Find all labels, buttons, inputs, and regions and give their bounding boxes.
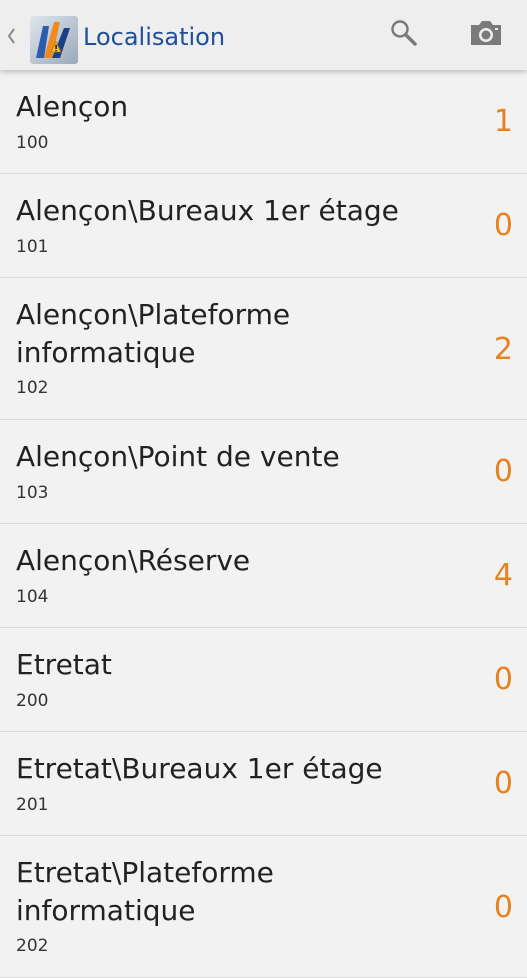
location-count: 0 — [493, 890, 513, 925]
location-code: 104 — [16, 587, 49, 607]
location-code: 101 — [16, 237, 49, 257]
page-title: Localisation — [83, 23, 226, 51]
chevron-left-icon — [6, 26, 16, 46]
up-button[interactable] — [0, 6, 80, 66]
location-name: Alençon\Bureaux 1er étage — [16, 194, 399, 227]
location-name: Etretat\Plateforme informatique — [16, 856, 274, 927]
location-row[interactable]: Etretat\Bureaux 1er étage 201 0 — [0, 732, 527, 836]
location-row[interactable]: Alençon\Plateforme informatique 102 2 — [0, 278, 527, 420]
location-code: 102 — [16, 378, 49, 398]
location-count: 4 — [493, 558, 513, 593]
action-bar: Localisation — [0, 0, 527, 70]
location-code: 201 — [16, 795, 49, 815]
camera-icon — [468, 19, 504, 51]
location-name: Alençon\Réserve — [16, 544, 251, 577]
location-row[interactable]: Alençon\Point de vente 103 0 — [0, 420, 527, 524]
location-name: Etretat — [16, 648, 112, 681]
location-row[interactable]: Alençon 100 1 — [0, 70, 527, 174]
location-name: Alençon\Plateforme informatique — [16, 298, 291, 369]
location-name: Etretat\Bureaux 1er étage — [16, 752, 383, 785]
location-count: 1 — [493, 104, 513, 139]
location-row[interactable]: Alençon\Réserve 104 4 — [0, 524, 527, 628]
location-row[interactable]: Etretat 200 0 — [0, 628, 527, 732]
location-row[interactable]: Alençon\Bureaux 1er étage 101 0 — [0, 174, 527, 278]
location-name: Alençon\Point de vente — [16, 440, 340, 473]
location-count: 2 — [493, 332, 513, 367]
location-row[interactable]: Etretat\Plateforme informatique 202 0 — [0, 836, 527, 978]
app-logo-icon — [30, 16, 78, 64]
camera-button[interactable] — [460, 8, 512, 62]
location-count: 0 — [493, 208, 513, 243]
search-icon — [389, 18, 419, 52]
search-button[interactable] — [378, 8, 430, 62]
location-list: Alençon 100 1 Alençon\Bureaux 1er étage 101 0… — [0, 70, 527, 978]
location-code: 202 — [16, 936, 49, 956]
location-count: 0 — [493, 766, 513, 801]
location-code: 200 — [16, 691, 49, 711]
location-name: Alençon — [16, 90, 129, 123]
location-code: 100 — [16, 133, 49, 153]
location-count: 0 — [493, 454, 513, 489]
location-code: 103 — [16, 483, 49, 503]
location-count: 0 — [493, 662, 513, 697]
